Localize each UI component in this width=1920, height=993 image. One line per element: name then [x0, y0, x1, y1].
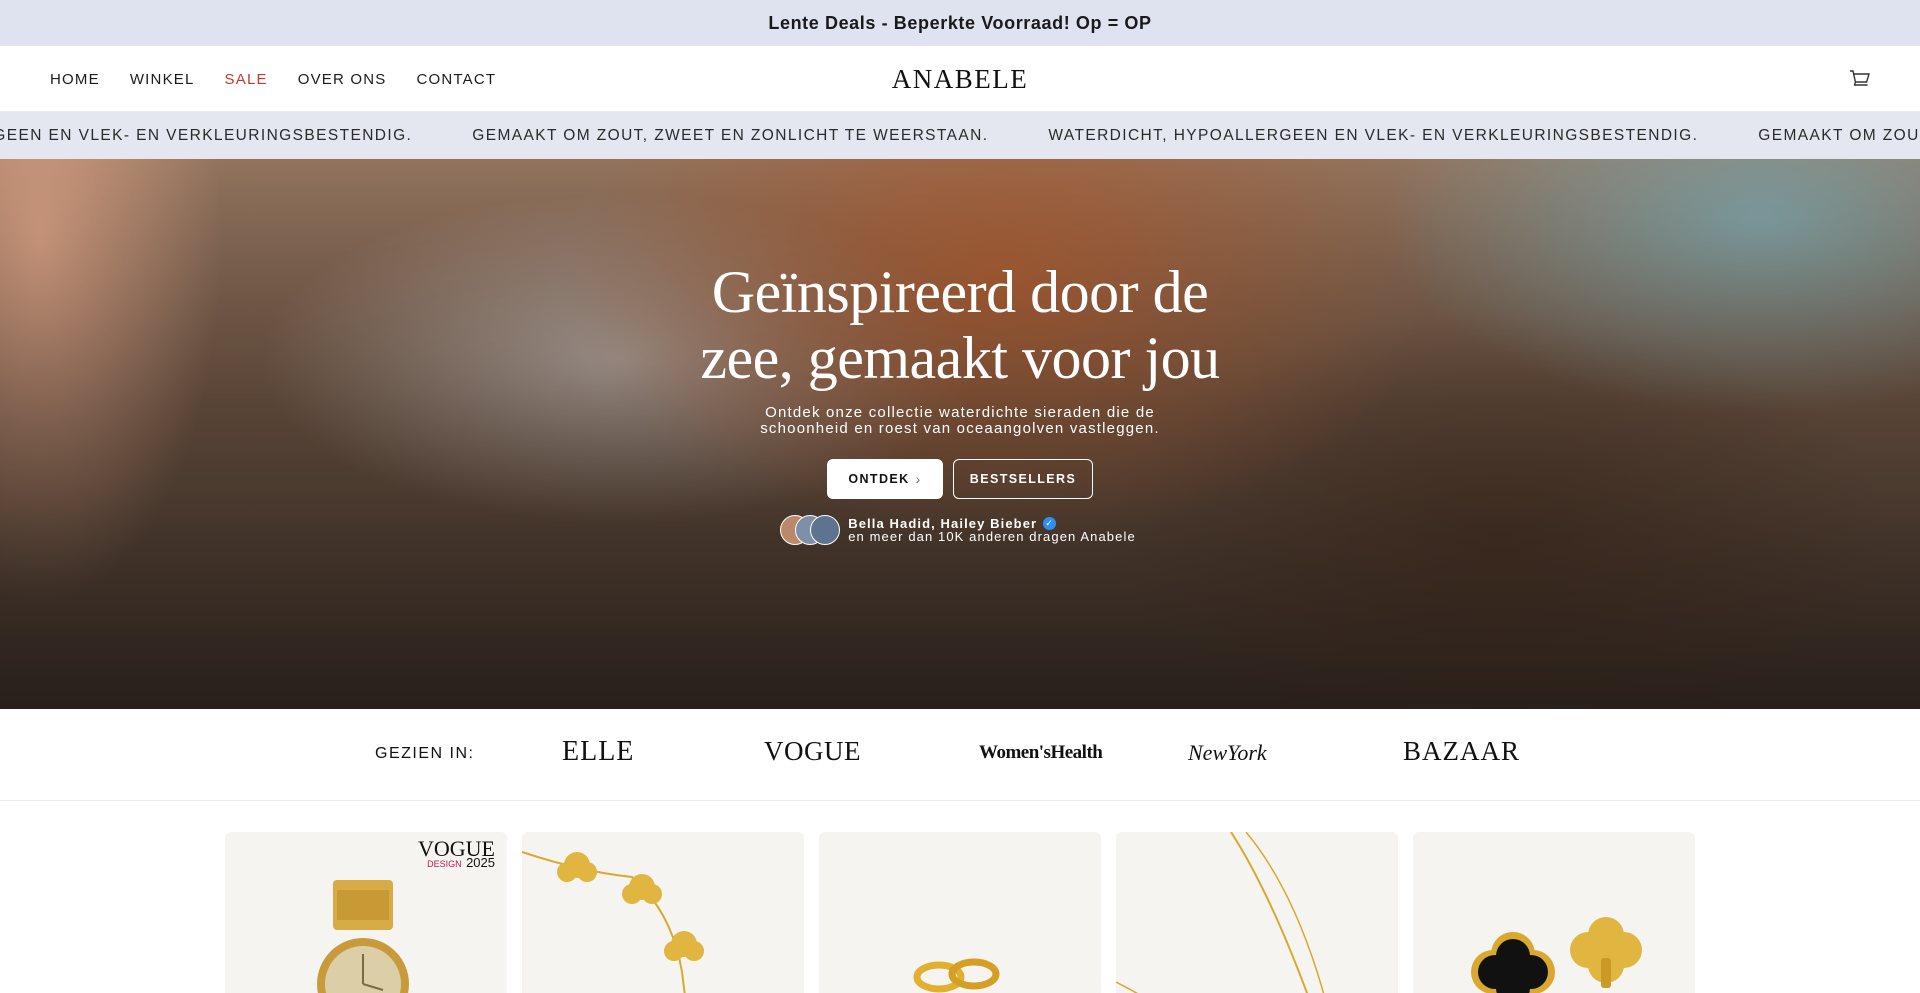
marquee-item: GEMAAKT OM ZOUT, ZWEET EN ZONLICHT TE WE… [1758, 126, 1920, 144]
bestsellers-button[interactable]: BESTSELLERS [953, 459, 1093, 499]
press-bar: GEZIEN IN: ELLE VOGUE Women'sHealth NewY… [0, 709, 1920, 801]
avatar-group [780, 515, 841, 545]
nav-home[interactable]: HOME [50, 71, 100, 88]
product-card-necklace[interactable] [1116, 832, 1398, 993]
social-more: en meer dan 10K anderen dragen Anabele [848, 529, 1136, 544]
hero-content: Geïnspireerd door de zee, gemaakt voor j… [0, 159, 1920, 709]
announcement-text: Lente Deals - Beperkte Voorraad! Op = OP [768, 12, 1152, 33]
marquee-track: POALLERGEEN EN VLEK- EN VERKLEURINGSBEST… [0, 112, 1920, 159]
product-card-earrings[interactable] [1413, 832, 1695, 993]
press-label: GEZIEN IN: [375, 745, 475, 762]
rings-image [913, 958, 1000, 993]
discover-button-label: ONTDEK [848, 472, 910, 486]
marquee-item: WATERDICHT, HYPOALLERGEEN EN VLEK- EN VE… [1048, 126, 1699, 144]
marquee-item: POALLERGEEN EN VLEK- EN VERKLEURINGSBEST… [0, 126, 413, 144]
hero-title: Geïnspireerd door de zee, gemaakt voor j… [700, 259, 1220, 391]
social-proof: Bella Hadid, Hailey Bieber ✓ en meer dan… [780, 515, 1136, 545]
discover-button[interactable]: ONTDEK › [827, 459, 943, 499]
product-card-rings[interactable] [819, 832, 1101, 993]
product-grid: VOGUE DESIGN 2025 [225, 832, 1695, 993]
avatar [810, 515, 841, 545]
watch-image [317, 880, 409, 993]
hero-banner: Geïnspireerd door de zee, gemaakt voor j… [0, 159, 1920, 709]
brand-logo[interactable]: ANABELE [892, 64, 1028, 95]
chevron-right-icon: › [915, 471, 922, 487]
press-logo-womens-health: Women'sHealth [979, 742, 1103, 763]
nav-shop[interactable]: WINKEL [130, 71, 195, 88]
marquee-item: GEMAAKT OM ZOUT, ZWEET EN ZONLICHT TE WE… [472, 126, 989, 144]
hero-buttons: ONTDEK › BESTSELLERS [827, 459, 1093, 499]
announcement-bar: Lente Deals - Beperkte Voorraad! Op = OP [0, 0, 1920, 46]
necklace-image [1116, 832, 1325, 993]
site-header: HOME WINKEL SALE OVER ONS CONTACT ANABEL… [0, 46, 1920, 112]
usp-marquee: POALLERGEEN EN VLEK- EN VERKLEURINGSBEST… [0, 112, 1920, 159]
main-nav: HOME WINKEL SALE OVER ONS CONTACT [50, 46, 496, 112]
nav-about[interactable]: OVER ONS [298, 71, 387, 88]
press-logo-new-york: NewYork [1188, 740, 1267, 765]
hero-subtitle: Ontdek onze collectie waterdichte sierad… [760, 404, 1160, 437]
product-card-bracelet[interactable] [522, 832, 804, 993]
social-proof-text: Bella Hadid, Hailey Bieber ✓ en meer dan… [848, 517, 1136, 543]
press-logo-elle: ELLE [562, 736, 635, 767]
earrings-image [1471, 917, 1642, 993]
nav-sale[interactable]: SALE [225, 71, 268, 88]
press-logo-bazaar: BAZAAR [1403, 736, 1521, 766]
bracelet-image [522, 851, 704, 993]
press-logo-vogue: VOGUE [764, 736, 861, 766]
cart-icon[interactable] [1848, 67, 1872, 91]
nav-contact[interactable]: CONTACT [417, 71, 497, 88]
product-card-watch[interactable]: VOGUE DESIGN 2025 [225, 832, 507, 993]
